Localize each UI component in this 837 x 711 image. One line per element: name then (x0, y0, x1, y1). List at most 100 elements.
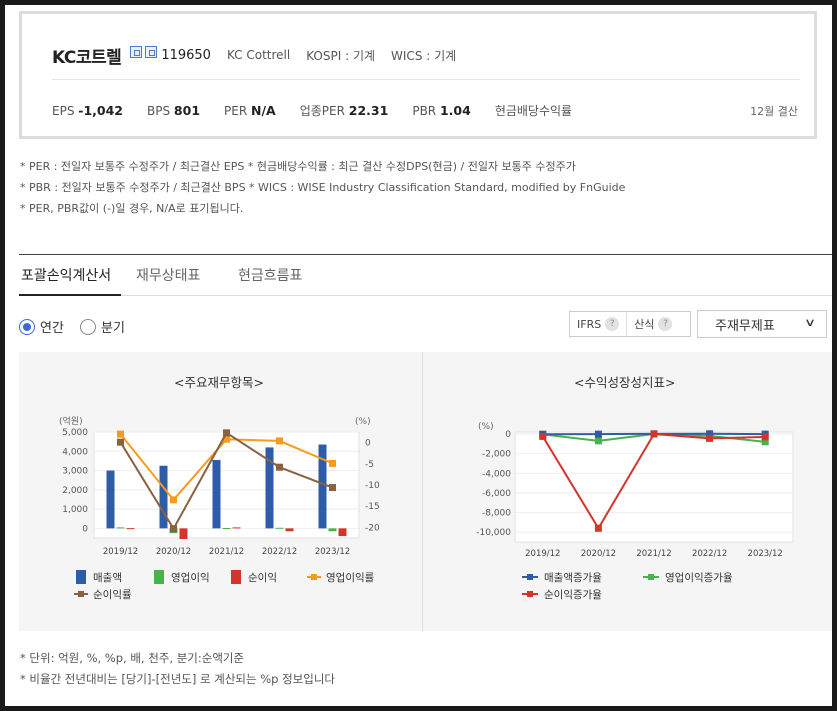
x-tick-label: 2023/12 (748, 549, 783, 559)
x-tick-label: 2019/12 (525, 549, 560, 559)
page: KC코트렐 119650 KC Cottrell KOSPI : 기계 WICS… (5, 5, 832, 706)
point-revenue-growth (594, 430, 602, 438)
metric-dividend-yield: 현금배당수익률 (494, 103, 573, 118)
legend-label: 영업이익 (171, 571, 210, 584)
radio-annual-label: 연간 (40, 321, 64, 336)
y-tick-right: -10 (365, 481, 380, 491)
bar-net-income (179, 528, 188, 539)
x-tick-label: 2021/12 (636, 549, 671, 559)
plot-area (514, 431, 794, 543)
tab-cash-flow[interactable]: 현금흐름표 (238, 265, 302, 285)
x-tick-label: 2021/12 (209, 547, 244, 557)
options-box: IFRS ? 산식 ? (569, 311, 691, 337)
bar-net-income (338, 528, 347, 537)
chevron-down-icon: ∨ (803, 316, 817, 329)
point-op-margin (170, 496, 177, 504)
metric-bps: BPS 801 (147, 102, 201, 118)
y-tick-right: 0 (365, 439, 371, 449)
metric-pbr: PBR 1.04 (412, 102, 471, 118)
summary-divider (52, 79, 800, 80)
bar-revenue (106, 470, 115, 529)
x-tick-label: 2020/12 (156, 547, 191, 557)
radio-quarter[interactable]: 분기 (80, 317, 125, 336)
chart-panel: <주요재무항목> <수익성장성지표> (억원) (%) 5,000 4,000 3,00… (19, 352, 832, 631)
bar-op-income (275, 527, 284, 529)
y-tick: -6,000 (482, 489, 511, 499)
company-summary-box: KC코트렐 119650 KC Cottrell KOSPI : 기계 WICS… (19, 11, 817, 139)
bar-net-income (232, 527, 241, 529)
legend-label: 매출액 (93, 572, 122, 584)
radio-annual-dot[interactable] (19, 318, 35, 335)
y-tick: -4,000 (482, 469, 511, 479)
legend-marker (527, 574, 533, 580)
company-badges (127, 46, 158, 61)
legend-label: 영업이익증가율 (665, 571, 733, 584)
legend-swatch (154, 570, 164, 584)
y-tick: -8,000 (482, 509, 511, 519)
formula-option[interactable]: 산식 ? (626, 312, 679, 336)
y-tick-left: 1,000 (62, 505, 88, 515)
bar-op-income (328, 528, 337, 532)
legend-marker (527, 591, 533, 597)
point-op-margin (117, 430, 124, 438)
point-net-margin (223, 429, 230, 437)
growth-chart: (%) 0 -2,000 -4,000 -6,000 -8,000 -10,000 2019/… (476, 422, 794, 601)
footer-yoy-note: * 비율간 전년대비는 [당기]-[전년도] 로 계산되는 %p 정보입니다 (20, 672, 335, 686)
active-tab-indicator (19, 294, 121, 296)
footer-unit-note: * 단위: 억원, %, %p, 배, 천주, 분기:순액기준 (20, 651, 245, 665)
note-per: * PER : 전일자 보통주 수정주가 / 최근결산 EPS * 현금배당수익… (20, 160, 576, 173)
metric-industry-per: 업종PER 22.31 (299, 102, 389, 118)
tab-income-statement[interactable]: 포괄손익계산서 (21, 265, 111, 285)
axis-unit: (%) (478, 422, 494, 432)
help-icon[interactable]: ? (605, 317, 620, 331)
legend-marker (311, 574, 317, 580)
legend-marker (648, 574, 654, 580)
y-tick-left: 0 (82, 524, 88, 534)
y-tick-right: -20 (365, 523, 380, 533)
formula-label: 산식 (634, 318, 655, 331)
left-axis-unit: (억원) (59, 415, 83, 427)
help-icon[interactable]: ? (658, 317, 673, 331)
english-name: KC Cottrell (226, 48, 291, 62)
ifrs-option[interactable]: IFRS ? (570, 312, 626, 336)
point-op-margin (276, 437, 283, 445)
x-tick-label: 2022/12 (692, 549, 727, 559)
bar-revenue (212, 459, 221, 529)
bar-net-income (285, 528, 294, 532)
bar-op-income (222, 527, 231, 529)
point-net-income-growth (650, 430, 658, 438)
statement-select-value: 주재무제표 (715, 318, 775, 334)
radio-quarter-dot[interactable] (80, 318, 96, 335)
point-net-income-growth (706, 434, 714, 442)
tabs-top-border (19, 254, 832, 255)
title-row: KC코트렐 119650 KC Cottrell KOSPI : 기계 WICS… (52, 44, 457, 68)
bar-revenue (159, 465, 168, 529)
home-icon[interactable] (130, 46, 143, 58)
metric-eps: EPS -1,042 (52, 102, 123, 118)
market-label: KOSPI : 기계 (306, 48, 376, 63)
point-net-margin (276, 463, 283, 471)
y-tick-right: -5 (365, 460, 374, 470)
radio-annual[interactable]: 연간 (19, 317, 64, 336)
tab-balance-sheet[interactable]: 재무상태표 (136, 265, 200, 285)
bar-op-income (116, 527, 125, 529)
ir-icon[interactable] (145, 46, 158, 58)
point-net-margin (117, 438, 124, 446)
x-tick-label: 2020/12 (581, 549, 616, 559)
legend-label: 영업이익률 (326, 571, 375, 584)
ifrs-label: IFRS (577, 317, 602, 331)
wics-label: WICS : 기계 (391, 48, 457, 63)
y-tick-right: -15 (365, 502, 380, 512)
radio-quarter-label: 분기 (101, 321, 125, 336)
legend-swatch (76, 570, 86, 584)
x-tick-label: 2022/12 (262, 547, 297, 557)
tabs-bottom-border (19, 295, 832, 296)
x-tick-label: 2019/12 (103, 547, 138, 557)
stock-code: 119650 (161, 47, 211, 63)
statement-type-select[interactable]: 주재무제표 ∨ (697, 310, 827, 338)
y-tick: -10,000 (476, 528, 511, 538)
company-name: KC코트렐 (52, 47, 122, 68)
point-net-income-growth (594, 524, 602, 532)
legend-label: 순이익률 (93, 589, 132, 601)
y-tick-left: 2,000 (62, 486, 88, 496)
